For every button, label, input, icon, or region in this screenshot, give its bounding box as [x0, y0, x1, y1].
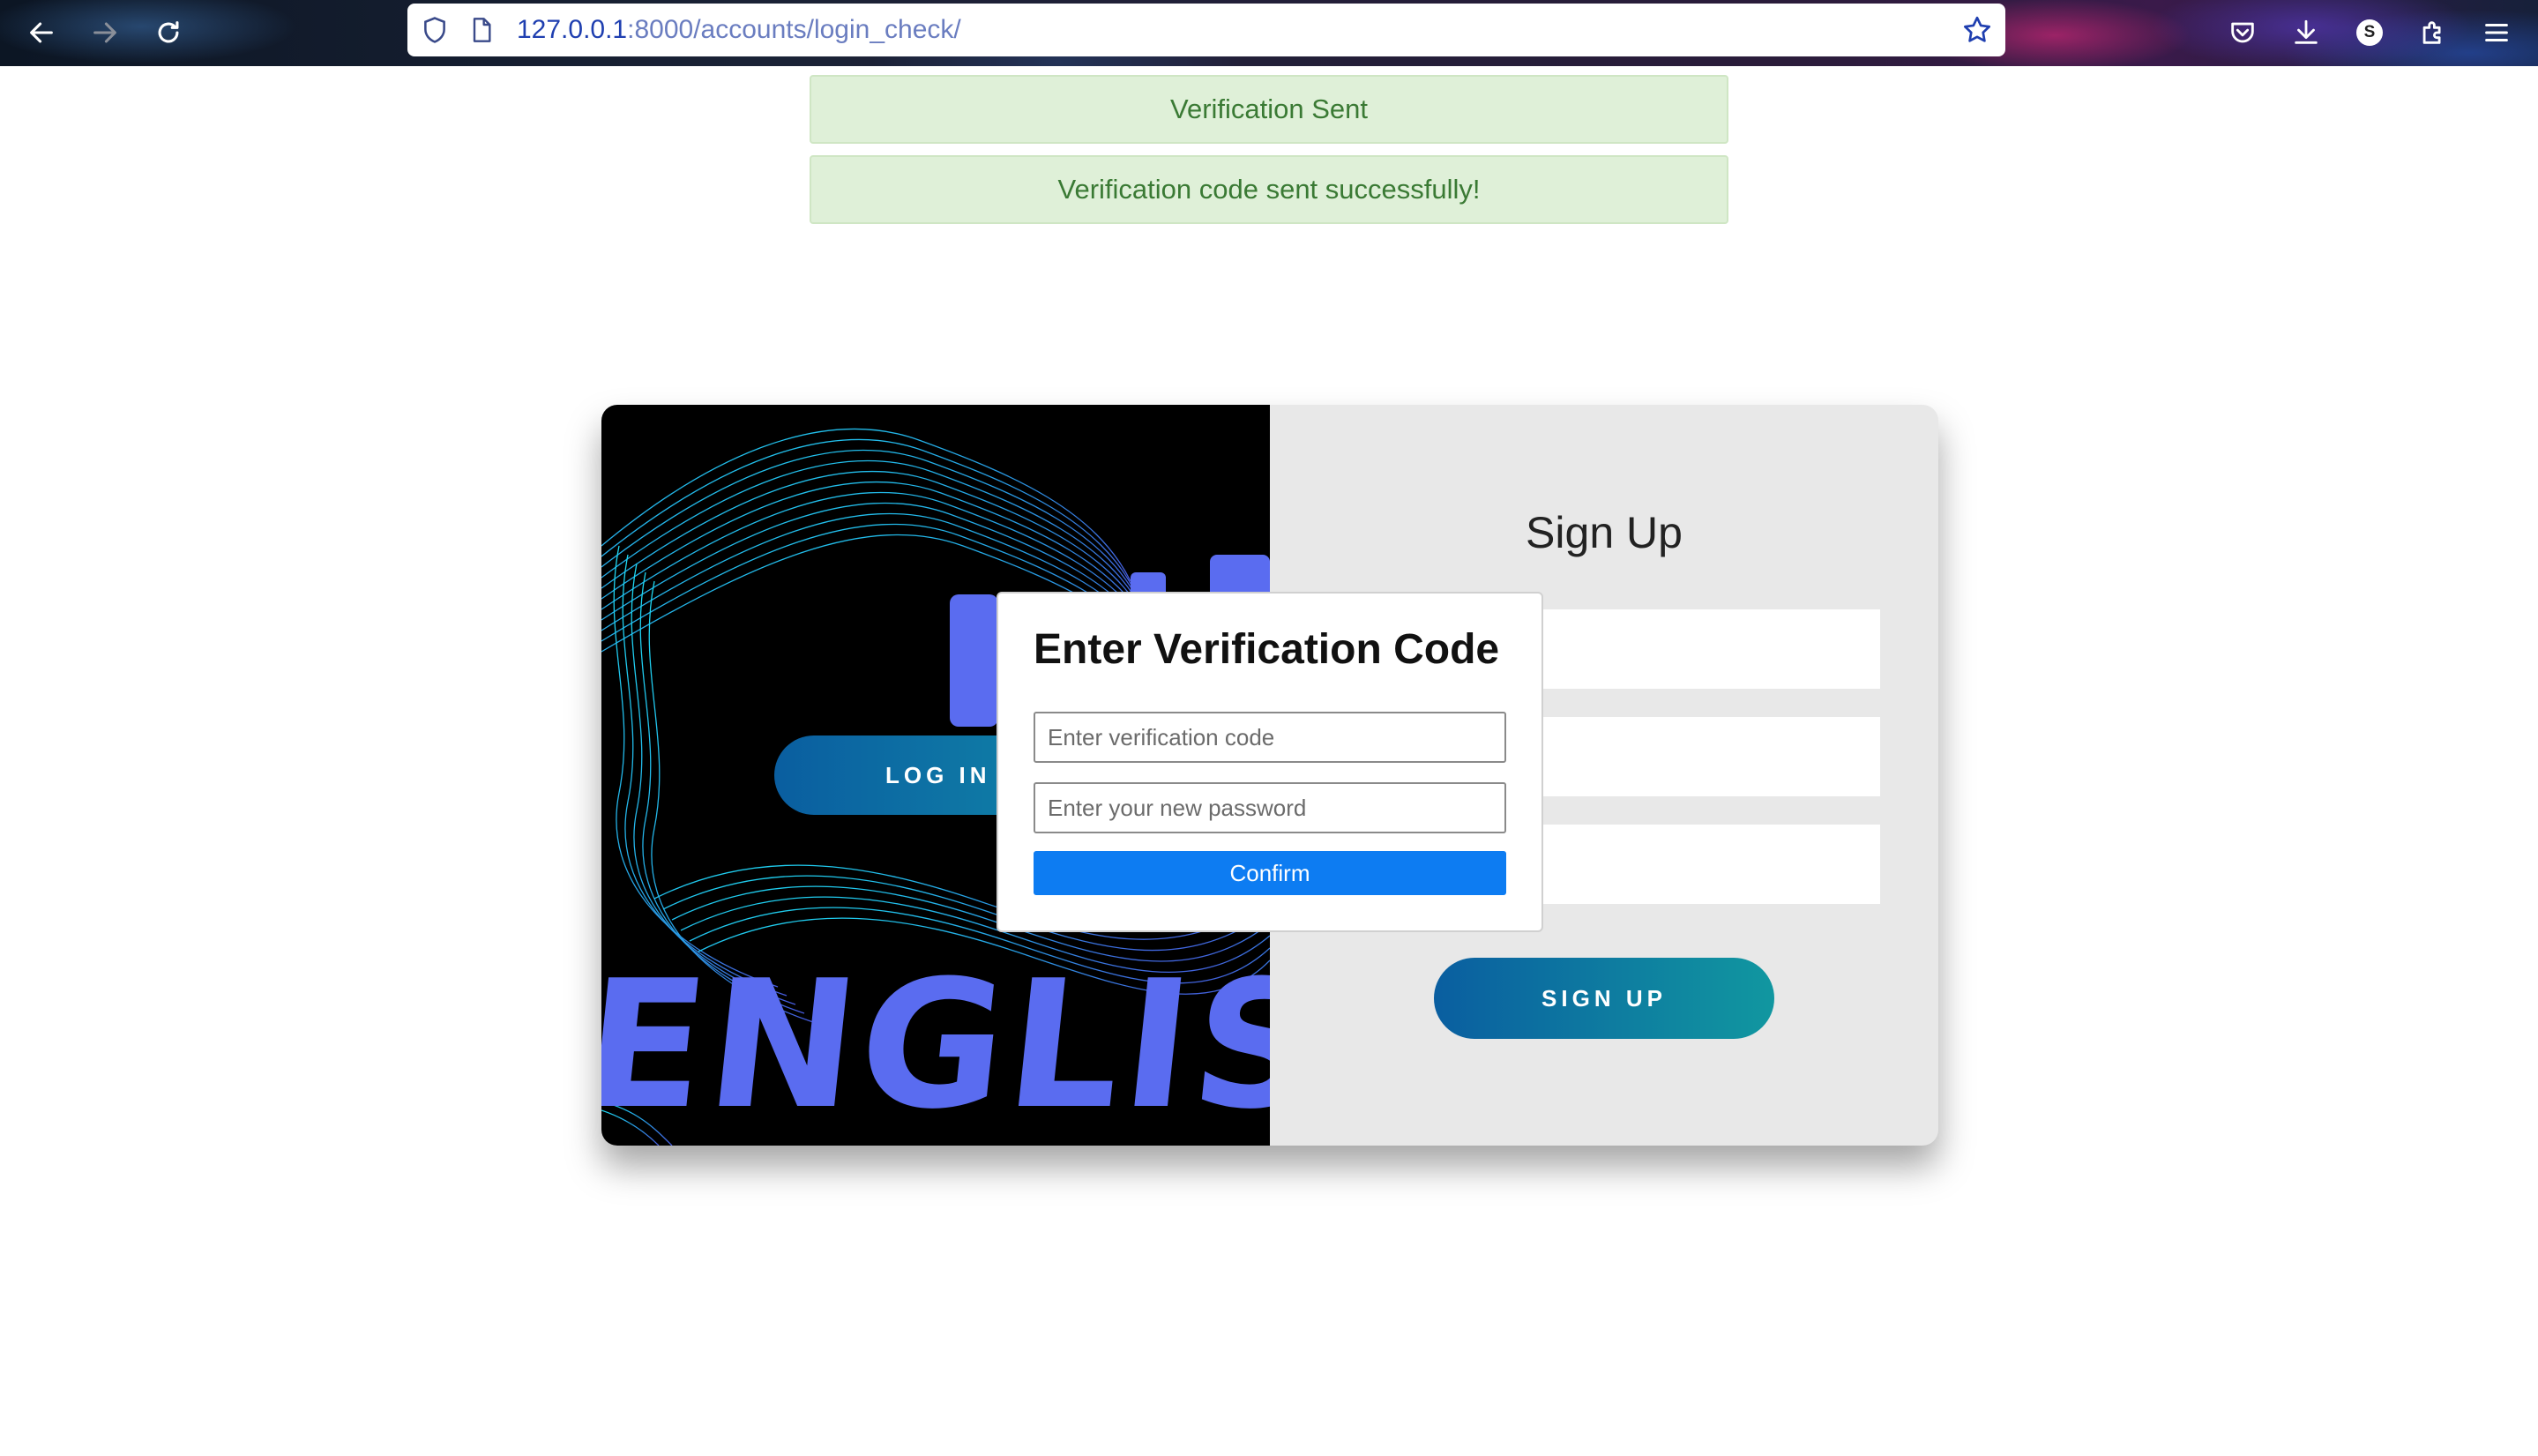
forward-arrow-icon: [93, 22, 116, 43]
signup-title: Sign Up: [1526, 508, 1683, 557]
forward-button[interactable]: [85, 12, 125, 53]
verification-code-input[interactable]: [1034, 712, 1506, 763]
back-button[interactable]: [21, 12, 62, 53]
extensions-button[interactable]: [2413, 12, 2453, 53]
avatar: S: [2356, 19, 2383, 46]
downloads-button[interactable]: [2286, 12, 2326, 53]
back-arrow-icon: [30, 22, 53, 43]
url-text[interactable]: 127.0.0.1:8000/accounts/login_check/: [517, 4, 961, 56]
page-icon: [473, 18, 491, 42]
browser-toolbar: 127.0.0.1:8000/accounts/login_check/ S: [0, 0, 2538, 66]
pocket-icon: [2231, 22, 2254, 43]
menu-icon: [2485, 23, 2508, 42]
verification-modal: Enter Verification Code Confirm: [997, 592, 1543, 932]
signup-button[interactable]: SIGN UP: [1434, 958, 1774, 1039]
reload-icon: [158, 21, 179, 43]
url-host: 127.0.0.1: [517, 15, 628, 44]
extensions-icon: [2422, 21, 2441, 44]
profile-button[interactable]: S: [2349, 12, 2390, 53]
modal-title: Enter Verification Code: [1034, 626, 1500, 673]
alert-code-sent-success: Verification code sent successfully!: [810, 155, 1728, 224]
url-bar[interactable]: 127.0.0.1:8000/accounts/login_check/: [407, 4, 2005, 56]
shield-icon[interactable]: [420, 15, 450, 45]
app-menu-button[interactable]: [2476, 12, 2517, 53]
bookmark-star-icon[interactable]: [1961, 14, 1993, 46]
url-path: :8000/accounts/login_check/: [627, 15, 961, 44]
alert-verification-sent: Verification Sent: [810, 75, 1728, 144]
new-password-input[interactable]: [1034, 782, 1506, 833]
english-art-text: ENGLIS: [601, 944, 1270, 1146]
confirm-button[interactable]: Confirm: [1034, 851, 1506, 895]
reload-button[interactable]: [148, 12, 189, 53]
download-icon: [2295, 19, 2318, 44]
pocket-button[interactable]: [2222, 12, 2263, 53]
